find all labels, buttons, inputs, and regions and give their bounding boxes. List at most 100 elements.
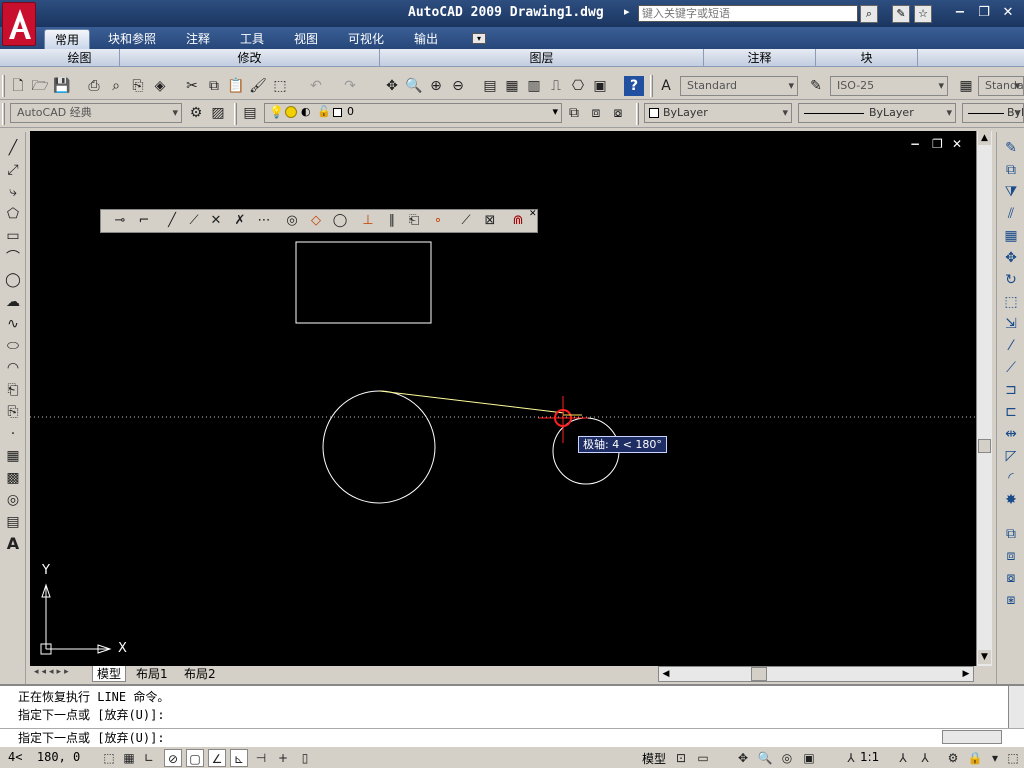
zoom-realtime-icon[interactable]: 🔍: [404, 76, 424, 96]
gradient-icon[interactable]: ▩: [3, 468, 23, 488]
restore-button[interactable]: ❐: [974, 4, 994, 22]
tab-home[interactable]: 常用: [44, 29, 91, 49]
drawing-close-button[interactable]: ✕: [952, 137, 962, 151]
chevron-down-icon[interactable]: ▾: [552, 105, 558, 118]
tab-layout1[interactable]: 布局1: [132, 666, 172, 682]
point-icon[interactable]: ·: [3, 424, 23, 444]
status-tray-settings-icon[interactable]: ▾: [986, 749, 1004, 767]
toolbar-grip[interactable]: [234, 103, 237, 125]
open-file-icon[interactable]: 🗁: [30, 76, 50, 96]
insert-block-icon[interactable]: ⎗: [3, 380, 23, 400]
markup-icon[interactable]: ⎔: [568, 76, 588, 96]
table-icon[interactable]: ▤: [3, 512, 23, 532]
workspace-settings-icon[interactable]: ⚙: [186, 103, 206, 123]
command-hscroll[interactable]: [942, 730, 1002, 744]
panel-block[interactable]: 块: [816, 49, 918, 67]
cut-icon[interactable]: ✂: [182, 76, 202, 96]
help-arrow-icon[interactable]: ▸: [624, 5, 630, 18]
bring-to-front-icon[interactable]: ⧈: [1001, 546, 1021, 566]
publish-icon[interactable]: ⎘: [128, 76, 148, 96]
arc-icon[interactable]: ⌒: [3, 248, 23, 268]
temporary-track-point-icon[interactable]: ⊸: [109, 211, 131, 231]
tab-output[interactable]: 输出: [404, 29, 448, 49]
fillet-icon[interactable]: ◜: [1001, 468, 1021, 488]
stretch-icon[interactable]: ⇲: [1001, 314, 1021, 334]
ortho-icon[interactable]: ∟: [140, 749, 158, 767]
tab-blocks-references[interactable]: 块和参照: [98, 29, 166, 49]
dim-style-select[interactable]: ISO-25: [830, 76, 948, 96]
layer-states-icon[interactable]: ⧇: [608, 103, 628, 123]
snap-mode-icon[interactable]: ⬚: [100, 749, 118, 767]
match-properties-icon[interactable]: 🖌: [248, 76, 268, 96]
panel-modify[interactable]: 修改: [120, 49, 380, 67]
scroll-up-icon[interactable]: ▲: [978, 131, 991, 145]
new-file-icon[interactable]: 🗋: [8, 76, 28, 96]
make-current-layer-icon[interactable]: ⧉: [564, 103, 584, 123]
snap-from-icon[interactable]: ⌐: [133, 211, 155, 231]
workspace-switch-icon[interactable]: ⚙: [944, 749, 962, 767]
favorites-icon[interactable]: ☆: [914, 5, 932, 23]
search-icon[interactable]: ⌕: [860, 5, 878, 23]
tab-visualize[interactable]: 可视化: [338, 29, 394, 49]
layer-previous-icon[interactable]: ⧈: [586, 103, 606, 123]
help-icon[interactable]: ?: [624, 76, 644, 96]
calculator-icon[interactable]: ▣: [590, 76, 610, 96]
toolbar-grip[interactable]: [2, 103, 5, 125]
hatch-icon[interactable]: ▦: [3, 446, 23, 466]
3d-dwf-icon[interactable]: ◈: [150, 76, 170, 96]
horizontal-scrollbar[interactable]: ◀ ▶: [658, 666, 974, 682]
tab-model[interactable]: 模型: [92, 666, 127, 682]
osnap-settings-icon[interactable]: ⋒: [507, 211, 529, 231]
multiline-text-icon[interactable]: A: [3, 534, 23, 554]
break-icon[interactable]: ⊏: [1001, 402, 1021, 422]
grid-icon[interactable]: ▦: [120, 749, 138, 767]
bring-above-icon[interactable]: ⧆: [1001, 590, 1021, 610]
circle-icon[interactable]: ◯: [3, 270, 23, 290]
copy-icon[interactable]: ⧉: [204, 76, 224, 96]
zoom-previous-icon[interactable]: ⊖: [448, 76, 468, 96]
snap-endpoint-icon[interactable]: ╱: [161, 211, 183, 231]
annotation-visibility-icon[interactable]: ⅄: [894, 749, 912, 767]
undo-icon[interactable]: ↶: [306, 76, 326, 96]
explode-icon[interactable]: ✸: [1001, 490, 1021, 510]
layer-control[interactable]: 💡 ◐ 🔓 0 ▾: [264, 103, 562, 123]
drawing-minimize-button[interactable]: −: [910, 137, 920, 151]
ribbon-minimize-icon[interactable]: ▾: [472, 33, 486, 44]
polyline-icon[interactable]: ⤷: [3, 182, 23, 202]
mirror-icon[interactable]: ⧩: [1001, 182, 1021, 202]
model-space-toggle[interactable]: 模型: [642, 750, 666, 767]
plot-icon[interactable]: ⎙: [84, 76, 104, 96]
scroll-thumb[interactable]: [978, 439, 991, 453]
text-style-icon[interactable]: A: [656, 76, 676, 96]
osnap-icon[interactable]: ▢: [186, 749, 204, 767]
line-icon[interactable]: ╱: [3, 138, 23, 158]
dim-style-icon[interactable]: ✎: [806, 76, 826, 96]
paste-icon[interactable]: 📋: [226, 76, 246, 96]
auto-scale-icon[interactable]: ⅄: [916, 749, 934, 767]
toolbar-grip[interactable]: [650, 75, 653, 97]
tool-palettes-icon[interactable]: ▥: [524, 76, 544, 96]
lock-icon[interactable]: 🔒: [966, 749, 984, 767]
text-style-select[interactable]: Standard: [680, 76, 798, 96]
tab-view[interactable]: 视图: [284, 29, 328, 49]
toolbar-grip[interactable]: [2, 75, 5, 97]
save-icon[interactable]: 💾: [52, 76, 72, 96]
trim-icon[interactable]: ⁄: [1001, 336, 1021, 356]
coordinate-readout[interactable]: 4< 180, 0: [8, 750, 80, 764]
copy-object-icon[interactable]: ⧉: [1001, 160, 1021, 180]
annotation-scale-icon[interactable]: ⅄: [842, 749, 860, 767]
join-icon[interactable]: ⇹: [1001, 424, 1021, 444]
lineweight-icon[interactable]: +: [274, 749, 292, 767]
move-icon[interactable]: ✥: [1001, 248, 1021, 268]
sheet-set-icon[interactable]: ⎍: [546, 76, 566, 96]
table-style-select[interactable]: Standar: [978, 76, 1024, 96]
snap-perpendicular-icon[interactable]: ⊥: [357, 211, 379, 231]
spline-icon[interactable]: ∿: [3, 314, 23, 334]
annotation-scale[interactable]: 1:1: [860, 750, 879, 764]
quick-view-icon[interactable]: ▭: [694, 749, 712, 767]
command-scrollbar[interactable]: [1008, 686, 1024, 728]
close-button[interactable]: ✕: [998, 4, 1018, 22]
scroll-left-icon[interactable]: ◀: [659, 667, 673, 681]
communication-center-icon[interactable]: ✎: [892, 5, 910, 23]
color-select[interactable]: ByLayer: [644, 103, 792, 123]
